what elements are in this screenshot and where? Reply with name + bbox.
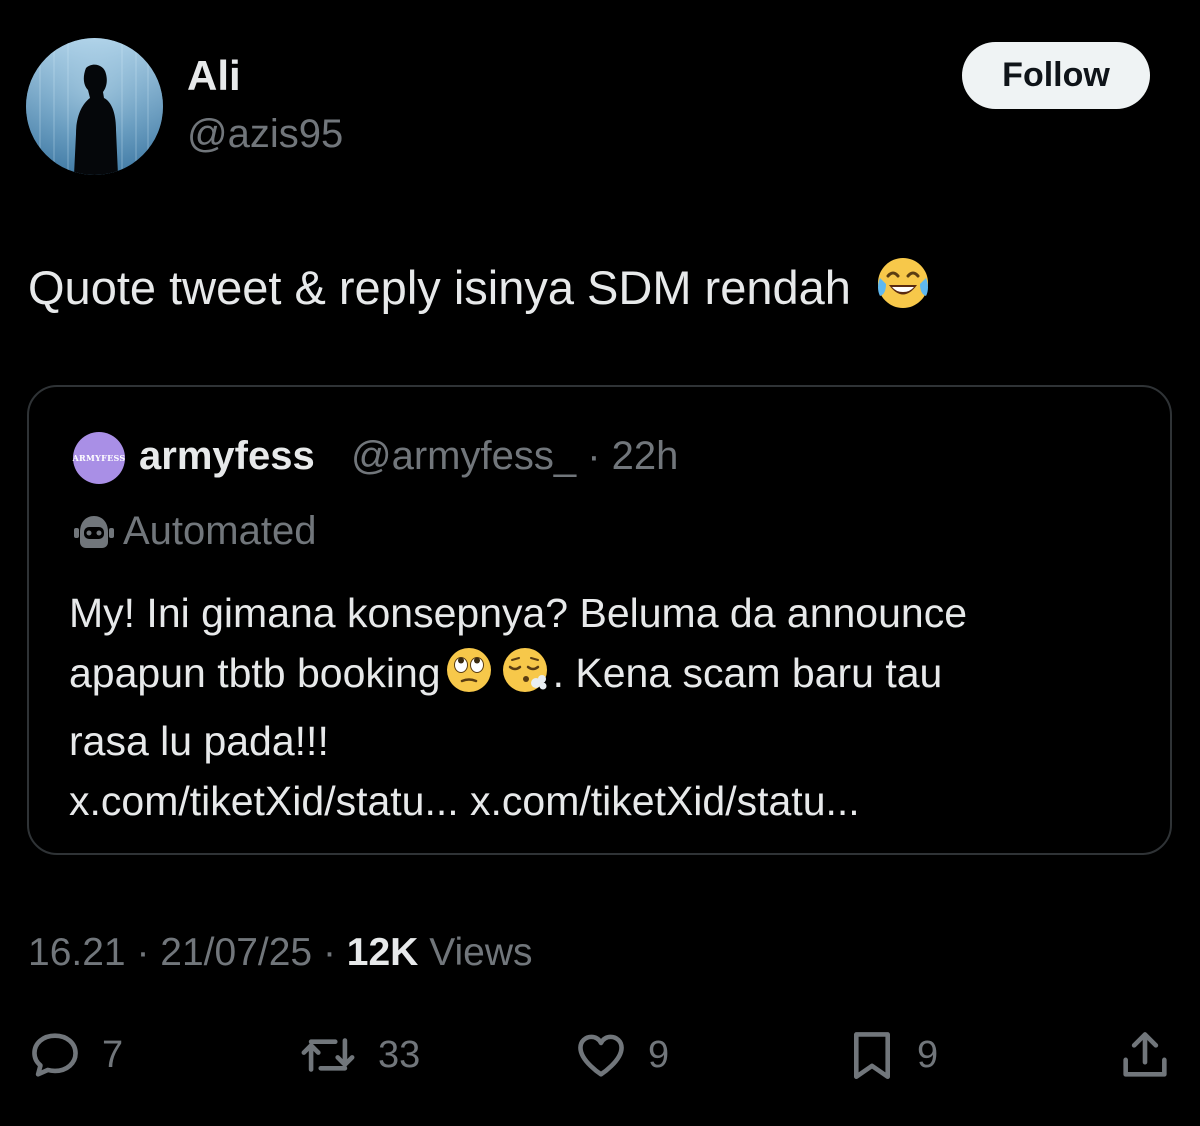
share-icon [1123, 1032, 1167, 1077]
reply-icon [32, 1033, 78, 1077]
repost-button[interactable]: 33 [296, 1020, 420, 1090]
repost-icon [301, 1038, 355, 1072]
like-count: 9 [648, 1034, 670, 1076]
meta-separator: · [136, 931, 150, 974]
repost-count: 33 [378, 1034, 421, 1076]
quoted-display-name[interactable]: armyfess [139, 431, 315, 481]
quoted-links[interactable]: x.com/tiketXid/statu... x.com/tiketXid/s… [69, 771, 1149, 831]
author-display-name[interactable]: Ali [187, 52, 241, 100]
tweet-text-content: Quote tweet & reply isinya SDM rendah [28, 261, 851, 314]
tweet-meta: 16.21 · 21/07/25 · 12K Views [28, 928, 533, 978]
meta-separator: · [322, 931, 336, 974]
quoted-time[interactable]: · 22h [587, 434, 678, 478]
views-count: 12K [346, 931, 419, 974]
quoted-tweet-text: My! Ini gimana konsepnya? Beluma da anno… [69, 583, 1149, 831]
face-exhaling-icon [500, 645, 550, 711]
author-avatar[interactable] [26, 38, 163, 175]
automated-label: Automated [123, 509, 317, 553]
author-handle[interactable]: @azis95 [187, 110, 343, 158]
robot-icon [74, 516, 114, 548]
reply-count: 7 [102, 1034, 124, 1076]
quoted-line-part: . Kena scam baru tau [552, 650, 943, 696]
quoted-handle[interactable]: @armyfess_ [351, 434, 576, 478]
face-with-rolling-eyes-icon [444, 645, 494, 711]
quoted-avatar-logo-text: ARMYFESS [72, 453, 126, 463]
reply-button[interactable]: 7 [26, 1020, 123, 1090]
face-with-tears-of-joy-icon [874, 254, 932, 326]
tweet-date[interactable]: 21/07/25 [160, 931, 312, 974]
views-label: Views [429, 931, 533, 974]
avatar-silhouette-icon [26, 38, 163, 175]
quoted-line: apapun tbtb booking . Kena scam baru tau [69, 643, 1149, 711]
quoted-avatar[interactable]: ARMYFESS [73, 432, 125, 484]
automated-badge: Automated [69, 506, 316, 556]
bookmark-button[interactable]: 9 [845, 1020, 938, 1090]
quoted-line-part: apapun tbtb booking [69, 650, 441, 696]
quoted-line: rasa lu pada!!! [69, 718, 329, 764]
bookmark-count: 9 [917, 1034, 939, 1076]
tweet-actions-bar: 7 33 9 9 [0, 1020, 1200, 1090]
quoted-line: My! Ini gimana konsepnya? Beluma da anno… [69, 590, 968, 636]
share-button[interactable] [1116, 1020, 1174, 1090]
quoted-handle-and-time: @armyfess_ · 22h [351, 431, 678, 481]
tweet-header: Ali @azis95 Follow [0, 0, 1200, 180]
bookmark-icon [853, 1032, 891, 1080]
follow-button[interactable]: Follow [962, 42, 1150, 109]
quoted-tweet-card[interactable]: ARMYFESS armyfess @armyfess_ · 22h Autom… [27, 385, 1172, 855]
tweet-time[interactable]: 16.21 [28, 931, 126, 974]
heart-icon [578, 1034, 624, 1077]
tweet-text: Quote tweet & reply isinya SDM rendah [28, 254, 932, 326]
like-button[interactable]: 9 [572, 1020, 669, 1090]
